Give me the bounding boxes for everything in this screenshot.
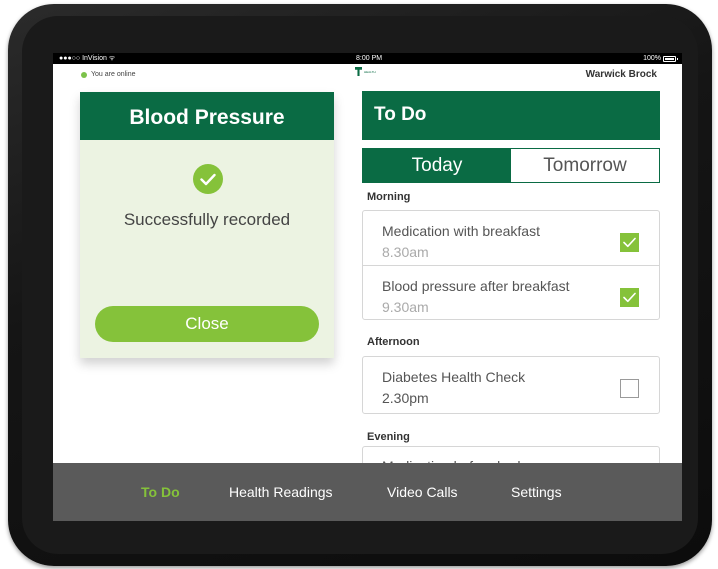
close-button[interactable]: Close <box>95 306 319 342</box>
day-tabs: Today Tomorrow <box>362 148 660 183</box>
task-checkbox-checked[interactable] <box>620 233 639 252</box>
status-bar: ●●●○○ InVision ᯤ 8:00 PM 100% <box>53 53 682 64</box>
bottom-nav: To Do Health Readings Video Calls Settin… <box>53 463 682 521</box>
section-label-morning: Morning <box>367 191 411 203</box>
user-name: Warwick Brock <box>585 69 657 80</box>
logo-text: HEALTH <box>364 69 376 74</box>
todo-title: To Do <box>362 91 660 140</box>
nav-item-health-readings[interactable]: Health Readings <box>229 484 333 500</box>
task-item[interactable]: Medication with breakfast 8.30am <box>363 211 659 265</box>
task-item[interactable]: Blood pressure after breakfast 9.30am <box>363 265 659 319</box>
section-label-evening: Evening <box>367 431 410 443</box>
nav-item-video-calls[interactable]: Video Calls <box>387 484 458 500</box>
online-status-label: You are online <box>91 71 136 78</box>
online-dot-icon <box>81 71 87 78</box>
task-title: Blood pressure after breakfast <box>382 278 570 294</box>
task-checkbox-checked[interactable] <box>620 288 639 307</box>
blood-pressure-card: Blood Pressure Successfully recorded Clo… <box>80 92 334 358</box>
task-item[interactable]: Diabetes Health Check 2.30pm <box>363 357 659 413</box>
blood-pressure-title: Blood Pressure <box>80 92 334 140</box>
battery-percent: 100% <box>643 55 661 62</box>
success-message: Successfully recorded <box>123 210 291 229</box>
task-title: Medication with breakfast <box>382 223 540 239</box>
telstra-logo-icon <box>355 67 362 76</box>
carrier-label: ●●●○○ InVision ᯤ <box>59 55 116 62</box>
status-time: 8:00 PM <box>356 55 383 62</box>
task-title: Diabetes Health Check <box>382 369 526 385</box>
task-time: 9.30am <box>382 299 429 315</box>
tab-tomorrow[interactable]: Tomorrow <box>511 149 659 182</box>
success-check-icon <box>193 164 223 194</box>
nav-item-todo[interactable]: To Do <box>141 484 180 500</box>
app-screen: ●●●○○ InVision ᯤ 8:00 PM 100% You are on… <box>53 53 682 521</box>
tab-today[interactable]: Today <box>363 149 511 182</box>
nav-item-settings[interactable]: Settings <box>511 484 562 500</box>
task-group-morning: Medication with breakfast 8.30am Blood p… <box>362 210 660 320</box>
battery-icon <box>663 55 678 62</box>
section-label-afternoon: Afternoon <box>367 336 420 348</box>
battery-status: 100% <box>643 53 678 64</box>
online-status: You are online <box>81 71 136 78</box>
task-time: 2.30pm <box>382 390 429 406</box>
brand-logo: HEALTH <box>355 67 376 76</box>
task-checkbox-unchecked[interactable] <box>620 379 639 398</box>
task-time: 8.30am <box>382 244 429 260</box>
task-group-afternoon: Diabetes Health Check 2.30pm <box>362 356 660 414</box>
